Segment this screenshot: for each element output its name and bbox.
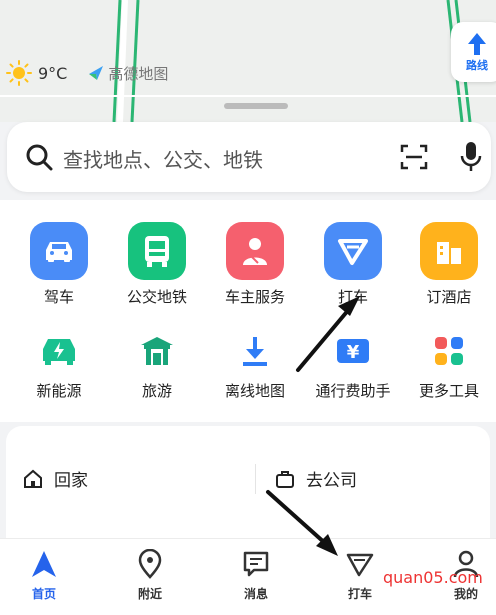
travel-icon	[134, 328, 180, 374]
tab-label: 消息	[243, 587, 268, 601]
watermark: quan05.com	[383, 568, 483, 587]
bus-icon	[128, 222, 186, 280]
service-label: 公交地铁	[126, 288, 187, 306]
brand-logo: 高德地图	[87, 63, 168, 84]
company-label: 去公司	[306, 471, 357, 491]
svg-text:¥: ¥	[347, 342, 360, 363]
tab-nearby[interactable]: 附近	[110, 549, 190, 602]
service-label: 通行费助手	[315, 382, 391, 400]
amap-logo-icon	[89, 66, 104, 80]
service-taxi[interactable]: 打车	[304, 222, 402, 307]
briefcase-icon	[276, 470, 294, 488]
taxi-tab-icon	[346, 553, 374, 577]
sun-icon	[6, 60, 32, 86]
services-grid: 驾车 公交地铁 车主服务 打车 订酒店 新能源 旅游 离线地图 ¥ 通行费助手 …	[0, 200, 496, 422]
download-icon	[232, 328, 278, 374]
tab-label: 我的	[453, 587, 478, 601]
map-view[interactable]: 9°C 高德地图 路线	[0, 0, 496, 122]
quick-destinations-card: 回家 去公司	[6, 426, 490, 556]
toll-icon: ¥	[330, 328, 376, 374]
route-button[interactable]: 路线	[451, 22, 496, 82]
brand-name: 高德地图	[108, 64, 169, 83]
tab-home[interactable]: 首页	[4, 549, 84, 602]
tab-label: 打车	[347, 587, 372, 601]
service-travel[interactable]: 旅游	[108, 328, 206, 401]
service-owner[interactable]: 车主服务	[206, 222, 304, 307]
tab-label: 首页	[31, 587, 56, 601]
service-label: 订酒店	[426, 288, 472, 306]
search-icon	[26, 144, 53, 171]
service-label: 离线地图	[224, 382, 285, 400]
service-label: 旅游	[141, 382, 172, 400]
service-drive[interactable]: 驾车	[10, 222, 108, 307]
service-new-energy[interactable]: 新能源	[10, 328, 108, 401]
route-label: 路线	[466, 58, 488, 72]
route-arrow-icon	[468, 32, 486, 55]
service-offline-map[interactable]: 离线地图	[206, 328, 304, 401]
service-toll-assistant[interactable]: ¥ 通行费助手	[304, 328, 402, 401]
service-label: 打车	[337, 288, 368, 306]
home-label: 回家	[54, 471, 88, 491]
drag-handle[interactable]	[224, 103, 288, 109]
taxi-icon	[324, 222, 382, 280]
driver-icon	[226, 222, 284, 280]
service-label: 车主服务	[224, 288, 285, 306]
search-placeholder[interactable]: 查找地点、公交、地铁	[63, 144, 263, 173]
home-nav-icon	[32, 551, 56, 577]
divider	[255, 464, 256, 494]
search-bar[interactable]: 查找地点、公交、地铁	[7, 122, 491, 192]
tab-messages[interactable]: 消息	[216, 549, 296, 602]
scan-icon[interactable]	[399, 142, 429, 172]
service-bus-metro[interactable]: 公交地铁	[108, 222, 206, 307]
message-icon	[243, 551, 269, 577]
service-label: 新能源	[36, 382, 82, 400]
more-tools-icon	[426, 328, 472, 374]
hotel-icon	[420, 222, 478, 280]
ev-charging-icon	[36, 328, 82, 374]
service-label: 驾车	[43, 288, 74, 306]
go-company-button[interactable]: 去公司	[274, 466, 357, 491]
go-home-button[interactable]: 回家	[22, 466, 88, 491]
service-more-tools[interactable]: 更多工具	[400, 328, 496, 401]
nearby-icon	[138, 549, 162, 579]
car-icon	[30, 222, 88, 280]
service-hotel[interactable]: 订酒店	[400, 222, 496, 307]
home-icon	[24, 469, 42, 488]
tab-label: 附近	[137, 587, 162, 601]
microphone-icon[interactable]	[459, 140, 483, 174]
weather-widget[interactable]: 9°C 高德地图	[6, 60, 168, 86]
service-label: 更多工具	[418, 382, 479, 400]
temperature-text: 9°C	[38, 63, 68, 83]
